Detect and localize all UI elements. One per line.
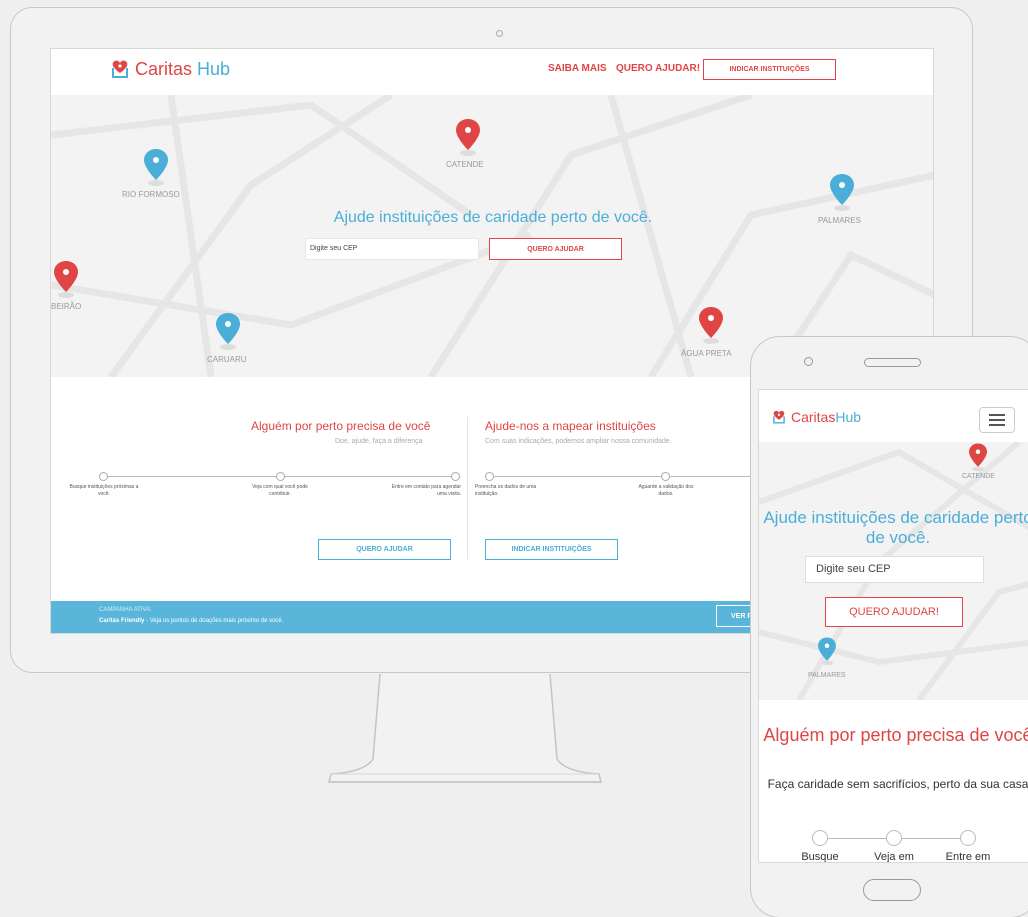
nav-link-saiba-mais[interactable]: SAIBA MAIS — [548, 63, 607, 74]
brand-name-main: Caritas — [135, 58, 193, 79]
indicar-instituicoes-section-button[interactable]: INDICAR INSTITUIÇÕES — [485, 539, 618, 560]
map-pin-blue-icon[interactable] — [143, 147, 169, 187]
hamburger-menu-icon[interactable] — [979, 407, 1015, 433]
campaign-name: Caritas Friendly — [99, 618, 145, 624]
hero-map[interactable]: RIO FORMOSO CATENDE PALMARES BEIRÃO CARU… — [51, 95, 933, 377]
mobile-phone: CaritasHub CATENDE PALMARES Ajude instit… — [750, 336, 1028, 917]
map-label-caruaru: CARUARU — [207, 355, 247, 364]
map-pin-red-icon[interactable] — [968, 442, 988, 472]
map-pin-blue-icon[interactable] — [215, 311, 241, 351]
map-label-rio-formoso: RIO FORMOSO — [122, 190, 180, 199]
quero-ajudar-hero-button[interactable]: QUERO AJUDAR — [489, 238, 622, 260]
mobile-map-label-palmares: PALMARES — [808, 672, 846, 679]
heart-box-icon — [112, 60, 128, 78]
monitor-camera — [496, 30, 503, 37]
mobile-step-text: Busque — [801, 851, 839, 863]
map-streets-background — [51, 95, 933, 377]
step-dot — [960, 830, 976, 846]
mobile-brand-logo[interactable]: CaritasHub — [771, 409, 861, 425]
step-text: Aguarde a validação dos dados. — [638, 484, 694, 497]
right-section-title: Ajude-nos a mapear instituições — [485, 419, 656, 433]
left-section-title: Alguém por perto precisa de você — [251, 419, 431, 433]
mobile-section-title: Alguém por perto precisa de você — [763, 725, 1028, 745]
campaign-label: CAMPANHA ATIVA: — [99, 607, 152, 613]
map-label-agua-preta: ÁGUA PRETA — [681, 349, 732, 358]
device-mockup-stage: Caritas Hub SAIBA MAIS QUERO AJUDAR! IND… — [0, 0, 1028, 917]
map-pin-blue-icon[interactable] — [829, 172, 855, 212]
left-section-subtitle: Doe, ajude, faça a diferença — [335, 438, 423, 445]
quero-ajudar-section-button[interactable]: QUERO AJUDAR — [318, 539, 451, 560]
step-text: Preencha os dados de uma instituição. — [475, 484, 537, 497]
phone-camera — [804, 357, 813, 366]
monitor-stand — [328, 674, 602, 783]
map-pin-red-icon[interactable] — [53, 259, 79, 299]
brand-name-hub: Hub — [197, 58, 231, 79]
step-text: Entre em contato para agendar uma visita… — [391, 484, 461, 497]
step-dot — [99, 472, 108, 481]
step-dot — [812, 830, 828, 846]
mobile-step-text: Entre em — [945, 851, 991, 863]
step-text: Veja com qual você pode contribuir. — [252, 484, 308, 497]
step-dot — [451, 472, 460, 481]
left-steps: Busque instituições próximas a você. Vej… — [51, 472, 467, 502]
step-line — [489, 476, 789, 477]
map-label-catende: CATENDE — [446, 160, 484, 169]
hero-title: Ajude instituições de caridade perto de … — [333, 209, 653, 226]
step-dot — [886, 830, 902, 846]
mobile-cep-input[interactable]: Digite seu CEP — [805, 556, 984, 583]
cep-input[interactable]: Digite seu CEP — [305, 238, 479, 260]
mobile-screen: CaritasHub CATENDE PALMARES Ajude instit… — [758, 389, 1028, 863]
mobile-brand-hub: Hub — [835, 409, 862, 425]
nav-link-quero-ajudar[interactable]: QUERO AJUDAR! — [616, 63, 700, 74]
right-section-subtitle: Com suas indicações, podemos ampliar nos… — [485, 438, 672, 445]
mobile-quero-ajudar-button[interactable]: QUERO AJUDAR! — [825, 597, 963, 627]
step-dot — [661, 472, 670, 481]
map-pin-blue-icon[interactable] — [817, 636, 837, 666]
heart-box-icon — [773, 410, 785, 424]
mobile-map-label-catende: CATENDE — [962, 473, 995, 480]
phone-speaker — [864, 358, 921, 367]
phone-home-button[interactable] — [863, 879, 921, 901]
campaign-description: - Veja os pontos de doações mais próximo… — [144, 618, 284, 624]
mobile-section-subtitle: Faça caridade sem sacrifícios, perto da … — [767, 777, 1028, 791]
map-pin-red-icon[interactable] — [455, 117, 481, 157]
top-navbar: Caritas Hub SAIBA MAIS QUERO AJUDAR! IND… — [51, 49, 933, 95]
step-dot — [485, 472, 494, 481]
mobile-hero-title: Ajude instituições de caridade perto de … — [763, 508, 1028, 547]
campaign-text: Caritas Friendly - Veja os pontos de doa… — [99, 618, 283, 624]
mobile-brand-main: Caritas — [791, 409, 836, 425]
mobile-navbar: CaritasHub — [759, 390, 1028, 442]
brand-logo[interactable]: Caritas Hub — [109, 58, 230, 80]
step-text: Busque instituições próximas a você. — [69, 484, 139, 497]
indicar-instituicoes-button[interactable]: INDICAR INSTITUIÇÕES — [703, 59, 836, 80]
mobile-step-text: Veja em — [874, 851, 914, 863]
map-label-ribeirao: BEIRÃO — [51, 302, 82, 311]
map-pin-red-icon[interactable] — [698, 305, 724, 345]
step-dot — [276, 472, 285, 481]
